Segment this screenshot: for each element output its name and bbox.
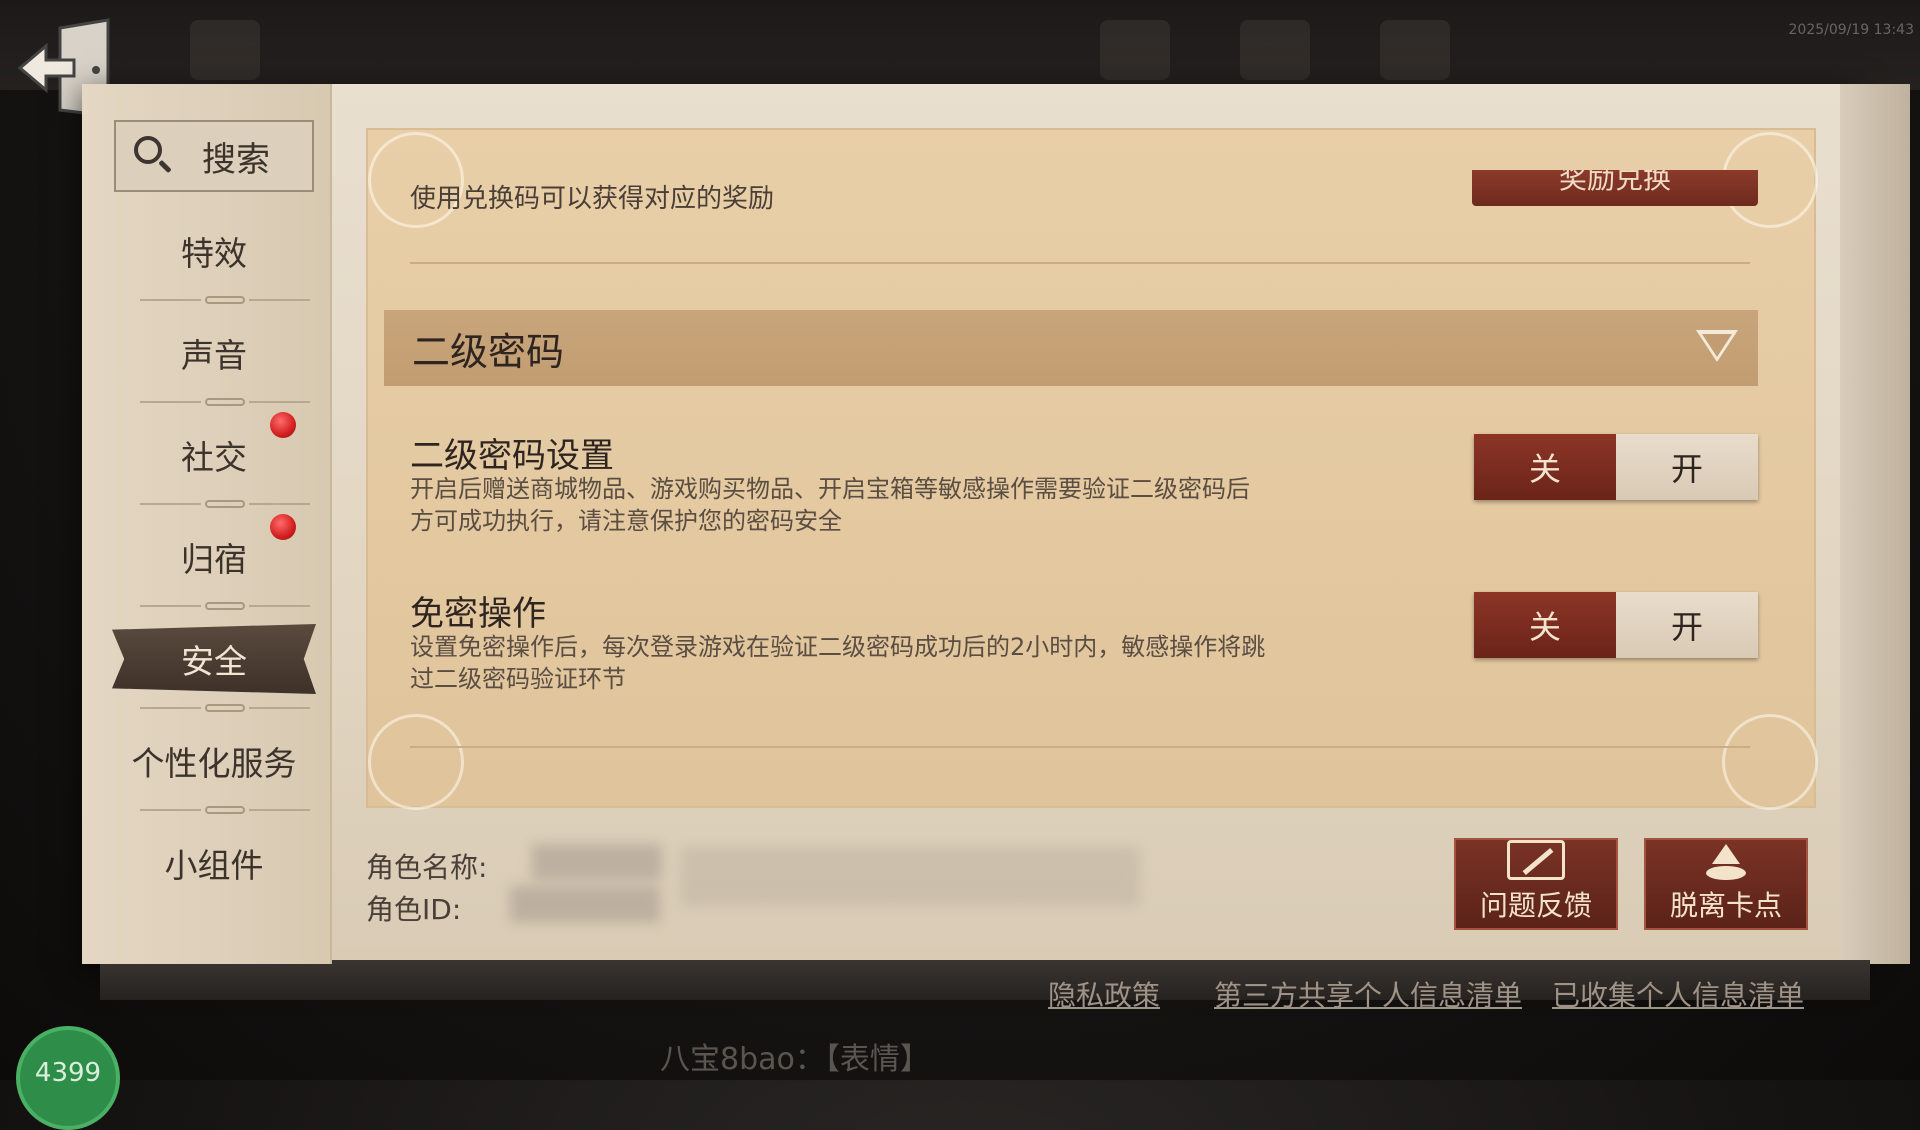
toggle-off-option[interactable]: 关 <box>1474 592 1616 658</box>
background-decoration <box>1240 20 1310 80</box>
search-icon <box>132 134 176 178</box>
setting-title: 免密操作 <box>410 594 546 634</box>
timestamp: 2025/09/19 13:43 <box>1788 22 1915 38</box>
escape-icon-base <box>1706 866 1746 880</box>
divider <box>410 262 1750 264</box>
sidebar-item-security[interactable]: 安全 <box>112 624 316 694</box>
sidebar-divider <box>140 497 310 511</box>
secondary-password-toggle[interactable]: 关 开 <box>1474 434 1758 500</box>
chevron-down-icon <box>1696 330 1738 362</box>
search-label: 搜索 <box>202 139 270 180</box>
sidebar-item-effects[interactable]: 特效 <box>114 206 314 296</box>
sidebar-item-label: 声音 <box>181 336 247 375</box>
sidebar-item-label: 社交 <box>181 438 247 477</box>
background-decoration <box>1380 20 1450 80</box>
role-id-label: 角色ID: <box>366 893 462 926</box>
sidebar-item-personalized-service[interactable]: 个性化服务 <box>114 716 314 806</box>
redeem-description: 使用兑换码可以获得对应的奖励 <box>410 184 775 214</box>
unstuck-label: 脱离卡点 <box>1669 889 1782 922</box>
sidebar-divider <box>140 599 310 613</box>
collected-info-link[interactable]: 已收集个人信息清单 <box>1552 974 1804 1014</box>
pencil-icon <box>1507 840 1565 880</box>
panel-edge <box>1840 84 1910 964</box>
feedback-button[interactable]: 问题反馈 <box>1454 838 1618 930</box>
sidebar-item-label: 特效 <box>181 234 247 273</box>
toggle-on-option[interactable]: 开 <box>1616 592 1758 658</box>
corner-ornament <box>368 714 464 810</box>
feedback-label: 问题反馈 <box>1479 889 1592 922</box>
role-id-redacted <box>510 886 660 922</box>
third-party-sharing-link[interactable]: 第三方共享个人信息清单 <box>1214 974 1522 1014</box>
sidebar-item-label: 安全 <box>181 642 247 681</box>
setting-title: 二级密码设置 <box>410 436 614 476</box>
role-name-label: 角色名称: <box>366 851 488 884</box>
chat-message: 八宝8bao：【表情】 <box>660 1042 930 1077</box>
background-decoration <box>190 20 260 80</box>
corner-ornament <box>1722 714 1818 810</box>
sidebar-divider <box>140 293 310 307</box>
reward-redeem-button[interactable]: 奖励兑换 <box>1472 170 1758 206</box>
section-header-secondary-password[interactable]: 二级密码 <box>384 310 1758 386</box>
redacted-area <box>680 846 1140 906</box>
sidebar-item-sound[interactable]: 声音 <box>114 308 314 398</box>
background-scene <box>0 0 1920 90</box>
app-badge-label: 4399 <box>34 1058 102 1088</box>
section-title: 二级密码 <box>412 329 565 374</box>
role-name-redacted <box>532 844 662 880</box>
app-badge[interactable]: 4399 <box>16 1026 120 1130</box>
escape-icon <box>1712 844 1740 864</box>
divider <box>410 746 1750 748</box>
setting-description: 开启后赠送商城物品、游戏购买物品、开启宝箱等敏感操作需要验证二级密码后方可成功执… <box>410 475 1250 535</box>
toggle-off-option[interactable]: 关 <box>1474 434 1616 500</box>
search-button[interactable]: 搜索 <box>114 120 314 192</box>
notification-badge <box>270 412 296 438</box>
toggle-on-option[interactable]: 开 <box>1616 434 1758 500</box>
sidebar-divider <box>140 395 310 409</box>
password-free-toggle[interactable]: 关 开 <box>1474 592 1758 658</box>
sidebar-divider <box>140 701 310 715</box>
setting-description: 设置免密操作后，每次登录游戏在验证二级密码成功后的2小时内，敏感操作将跳过二级密… <box>410 633 1266 693</box>
sidebar-item-label: 个性化服务 <box>131 744 297 783</box>
sidebar-item-label: 小组件 <box>164 846 264 885</box>
sidebar-item-label: 归宿 <box>181 540 247 579</box>
sidebar-item-widgets[interactable]: 小组件 <box>114 818 314 908</box>
background-decoration <box>1100 20 1170 80</box>
sidebar-divider <box>140 803 310 817</box>
notification-badge <box>270 514 296 540</box>
privacy-policy-link[interactable]: 隐私政策 <box>1048 974 1160 1014</box>
unstuck-button[interactable]: 脱离卡点 <box>1644 838 1808 930</box>
